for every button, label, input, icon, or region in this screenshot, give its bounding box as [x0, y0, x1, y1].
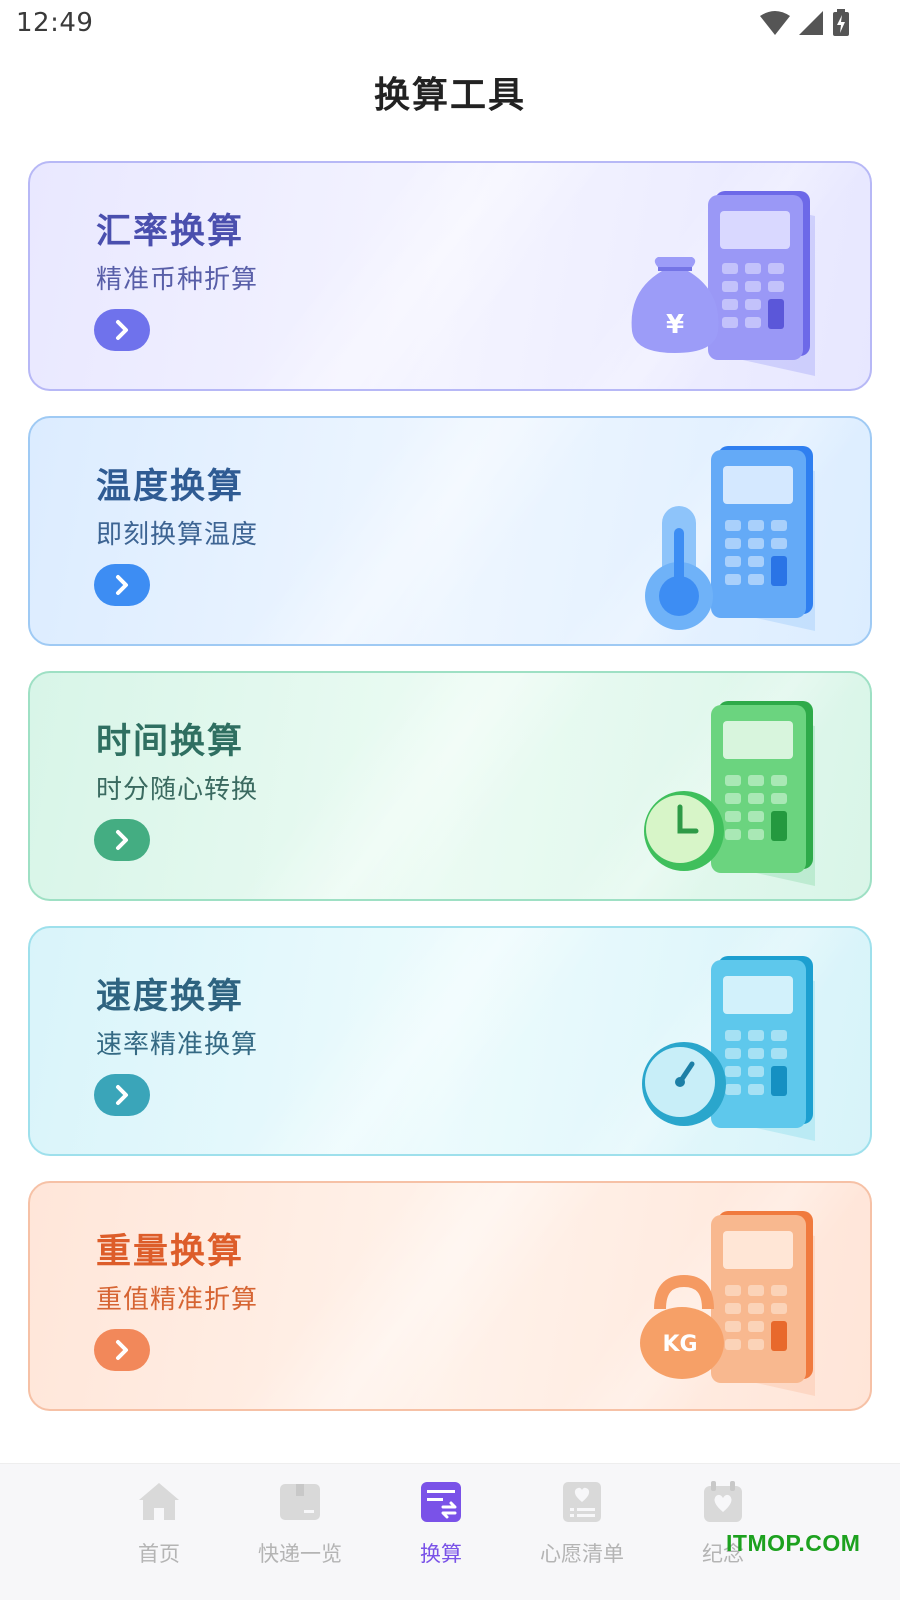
card-arrow-button[interactable]: [94, 1329, 150, 1371]
wifi-icon: [760, 11, 790, 35]
home-icon: [139, 1483, 179, 1520]
speedometer-calculator-icon: [642, 956, 815, 1141]
chevron-right-icon: [116, 320, 128, 340]
nav-item-convert[interactable]: 换算: [386, 1472, 496, 1582]
status-icons: [760, 8, 850, 38]
card-arrow-button[interactable]: [94, 1074, 150, 1116]
card-speed[interactable]: 速度换算 速率精准换算: [28, 926, 872, 1156]
wishlist-icon: [563, 1482, 601, 1522]
page-title: 换算工具: [373, 75, 526, 116]
weight-symbol: KG: [662, 1332, 697, 1357]
battery-icon: [833, 9, 849, 36]
money-bag-calculator-icon: ¥: [631, 191, 815, 376]
card-arrow-button[interactable]: [94, 819, 150, 861]
clock-calculator-icon: [644, 701, 815, 886]
card-title: 重量换算: [96, 1232, 245, 1272]
nav-item-express[interactable]: 快递一览: [245, 1472, 355, 1582]
card-weight[interactable]: 重量换算 重值精准折算 KG: [28, 1181, 872, 1411]
card-exchange-rate[interactable]: 汇率换算 精准币种折算 ¥: [28, 161, 872, 391]
convert-icon: [421, 1482, 461, 1522]
status-bar: 12:49: [0, 0, 900, 50]
nav-item-wishlist[interactable]: 心愿清单: [527, 1472, 637, 1582]
nav-label: 首页: [138, 1542, 180, 1566]
card-subtitle: 即刻换算温度: [96, 520, 259, 550]
nav-label: 心愿清单: [540, 1542, 624, 1566]
card-arrow-button[interactable]: [94, 564, 150, 606]
card-subtitle: 重值精准折算: [96, 1285, 259, 1315]
card-arrow-button[interactable]: [94, 309, 150, 351]
card-title: 温度换算: [96, 467, 245, 507]
chevron-right-icon: [116, 575, 128, 595]
chevron-right-icon: [116, 830, 128, 850]
chevron-right-icon: [116, 1340, 128, 1360]
nav-label: 快递一览: [258, 1542, 342, 1566]
kettlebell-calculator-icon: KG: [640, 1211, 815, 1396]
signal-icon: [799, 11, 823, 35]
card-temperature[interactable]: 温度换算 即刻换算温度: [28, 416, 872, 646]
anniversary-icon: [704, 1481, 742, 1522]
nav-label: 换算: [420, 1542, 462, 1566]
card-time[interactable]: 时间换算 时分随心转换: [28, 671, 872, 901]
converter-screen: 12:49 换算工具 汇率换算 精准币种折算 ¥ 温度换算 即刻换算温度 时间换…: [0, 0, 900, 1600]
chevron-right-icon: [116, 1085, 128, 1105]
nav-item-anniversary[interactable]: 纪念: [668, 1472, 778, 1582]
currency-symbol: ¥: [666, 310, 684, 340]
card-title: 汇率换算: [96, 212, 245, 252]
watermark: ITMOP.COM: [726, 1530, 861, 1556]
card-title: 时间换算: [96, 722, 245, 762]
card-subtitle: 速率精准换算: [96, 1030, 259, 1060]
thermometer-calculator-icon: [645, 446, 815, 631]
card-title: 速度换算: [96, 977, 245, 1017]
card-subtitle: 时分随心转换: [96, 775, 259, 805]
status-time: 12:49: [16, 8, 94, 38]
package-icon: [280, 1484, 320, 1520]
nav-item-home[interactable]: 首页: [104, 1472, 214, 1582]
card-subtitle: 精准币种折算: [96, 265, 259, 295]
